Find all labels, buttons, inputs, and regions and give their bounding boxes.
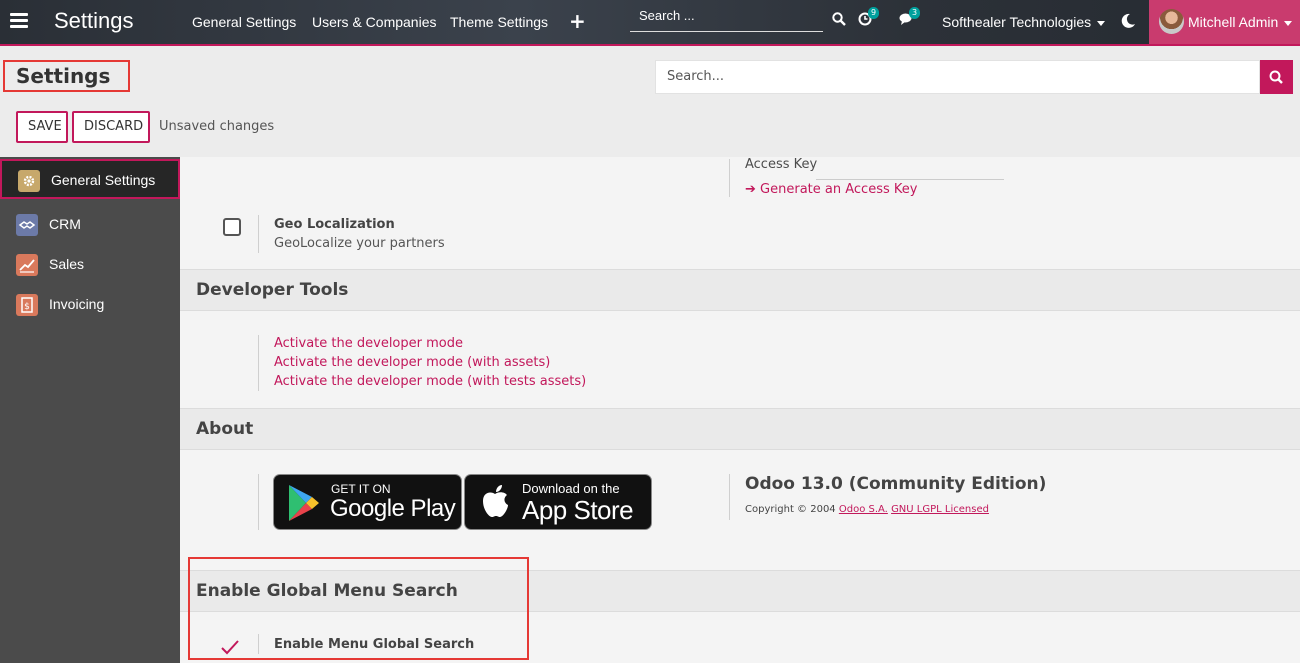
odoo-version: Odoo 13.0 (Community Edition) bbox=[745, 474, 1047, 494]
google-play-small-text: GET IT ON bbox=[331, 482, 391, 496]
user-menu[interactable]: Mitchell Admin bbox=[1149, 0, 1300, 44]
company-switcher[interactable]: Softhealer Technologies bbox=[942, 14, 1106, 30]
geo-localization-description: GeoLocalize your partners bbox=[274, 236, 445, 251]
activity-count-badge: 9 bbox=[868, 7, 880, 19]
sidebar-item-sales[interactable]: Sales bbox=[0, 245, 180, 285]
geo-localization-checkbox[interactable] bbox=[223, 218, 241, 236]
divider bbox=[258, 335, 259, 391]
app-store-big-text: App Store bbox=[522, 495, 634, 525]
google-play-badge[interactable]: GET IT ON Google Play bbox=[273, 474, 462, 530]
google-play-big-text: Google Play bbox=[330, 495, 456, 522]
apple-icon bbox=[483, 485, 508, 517]
handshake-icon bbox=[16, 214, 38, 236]
settings-sidebar: General Settings CRM Sales $ Invoicing bbox=[0, 157, 180, 663]
access-key-label: Access Key bbox=[745, 157, 818, 172]
menu-toggle-icon[interactable] bbox=[10, 13, 28, 29]
menu-users-companies[interactable]: Users & Companies bbox=[312, 14, 437, 30]
sidebar-item-invoicing[interactable]: $ Invoicing bbox=[0, 285, 180, 325]
activate-developer-mode-tests-link[interactable]: Activate the developer mode (with tests … bbox=[274, 374, 586, 389]
geo-localization-title: Geo Localization bbox=[274, 217, 395, 232]
activity-clock-icon[interactable]: 9 bbox=[858, 7, 880, 30]
page-title: Settings bbox=[3, 60, 130, 92]
chevron-down-icon bbox=[1284, 20, 1293, 26]
top-navbar: Settings General Settings Users & Compan… bbox=[0, 0, 1300, 46]
license-link[interactable]: GNU LGPL Licensed bbox=[891, 504, 989, 515]
app-title: Settings bbox=[54, 8, 134, 33]
company-name: Softhealer Technologies bbox=[942, 14, 1092, 30]
activate-developer-mode-assets-link[interactable]: Activate the developer mode (with assets… bbox=[274, 355, 550, 370]
generate-access-key-label: Generate an Access Key bbox=[760, 182, 918, 197]
discard-button[interactable]: DISCARD bbox=[72, 111, 150, 143]
gear-icon bbox=[18, 170, 40, 192]
sidebar-item-label: General Settings bbox=[51, 172, 156, 188]
user-name: Mitchell Admin bbox=[1188, 14, 1279, 30]
menu-general-settings[interactable]: General Settings bbox=[192, 14, 296, 30]
plus-icon[interactable]: + bbox=[569, 9, 586, 33]
developer-tools-heading: Developer Tools bbox=[180, 269, 1300, 311]
sidebar-item-label: Invoicing bbox=[49, 296, 105, 312]
search-button[interactable] bbox=[1260, 60, 1293, 94]
app-store-badge[interactable]: Download on the App Store bbox=[464, 474, 652, 530]
message-count-badge: 3 bbox=[909, 7, 921, 19]
app-store-small-text: Download on the bbox=[522, 481, 620, 496]
unsaved-status: Unsaved changes bbox=[159, 119, 275, 134]
divider bbox=[729, 474, 730, 520]
copyright-text: Copyright © 2004 Odoo S.A. GNU LGPL Lice… bbox=[745, 504, 989, 515]
control-panel: Settings Search... SAVE DISCARD Unsaved … bbox=[0, 46, 1300, 157]
search-icon bbox=[1269, 70, 1283, 84]
search-icon[interactable] bbox=[832, 12, 846, 30]
invoice-icon: $ bbox=[16, 294, 38, 316]
sidebar-item-general-settings[interactable]: General Settings bbox=[0, 159, 180, 199]
avatar bbox=[1159, 9, 1184, 34]
arrow-right-icon: ➔ bbox=[745, 182, 756, 197]
generate-access-key-link[interactable]: ➔ Generate an Access Key bbox=[745, 182, 917, 197]
chevron-down-icon bbox=[1097, 20, 1106, 26]
messages-icon[interactable]: 3 bbox=[899, 7, 921, 30]
highlight-annotation-box bbox=[188, 557, 529, 660]
sidebar-item-label: CRM bbox=[49, 216, 81, 232]
svg-text:$: $ bbox=[24, 302, 30, 312]
divider bbox=[729, 159, 730, 197]
activate-developer-mode-link[interactable]: Activate the developer mode bbox=[274, 336, 463, 351]
menu-theme-settings[interactable]: Theme Settings bbox=[450, 14, 548, 30]
dark-mode-moon-icon[interactable] bbox=[1120, 13, 1136, 33]
divider bbox=[258, 474, 259, 530]
chart-line-icon bbox=[16, 254, 38, 276]
access-key-input[interactable] bbox=[816, 179, 1004, 180]
odoo-sa-link[interactable]: Odoo S.A. bbox=[839, 504, 888, 515]
sidebar-item-crm[interactable]: CRM bbox=[0, 205, 180, 245]
sidebar-item-label: Sales bbox=[49, 256, 85, 272]
save-button[interactable]: SAVE bbox=[16, 111, 68, 143]
global-search-input[interactable]: Search ... bbox=[630, 6, 823, 32]
google-play-icon bbox=[289, 485, 319, 521]
about-heading: About bbox=[180, 408, 1300, 450]
copyright-label: Copyright © 2004 bbox=[745, 504, 836, 515]
settings-search-input[interactable]: Search... bbox=[655, 60, 1260, 94]
divider bbox=[258, 215, 259, 253]
